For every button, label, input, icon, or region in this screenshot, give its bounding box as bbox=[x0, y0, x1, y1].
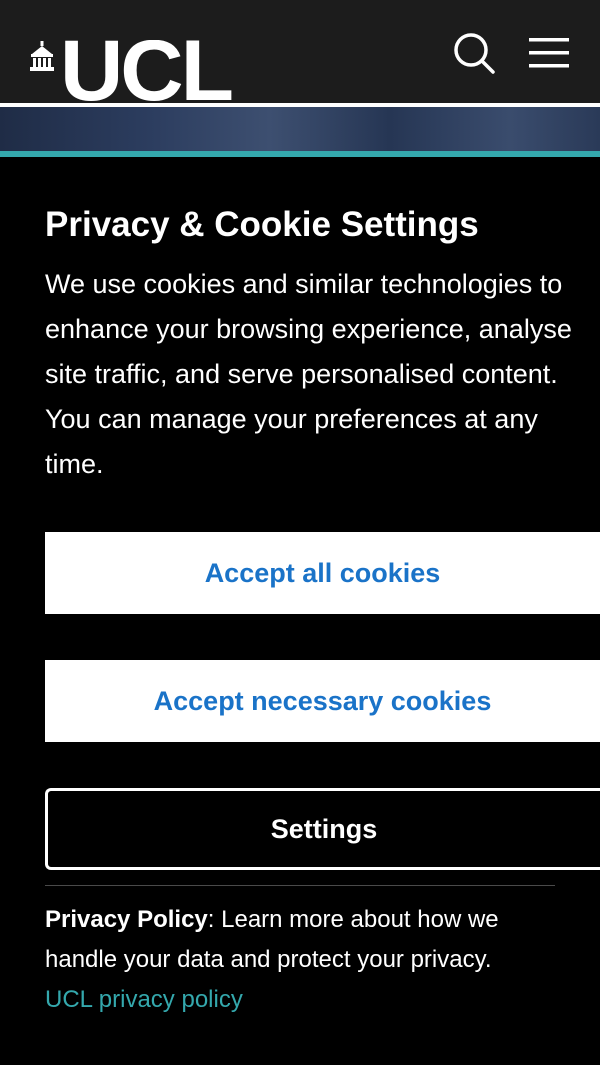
search-button[interactable] bbox=[451, 30, 497, 76]
privacy-policy-link[interactable]: UCL privacy policy bbox=[45, 986, 243, 1013]
privacy-policy-note: Privacy Policy: Learn more about how we … bbox=[45, 900, 575, 1020]
accept-all-cookies-button[interactable]: Accept all cookies bbox=[45, 532, 600, 614]
privacy-policy-heading: Privacy Policy bbox=[45, 906, 208, 933]
hero-image-strip bbox=[0, 107, 600, 151]
menu-button[interactable] bbox=[526, 30, 572, 76]
cookie-settings-button[interactable]: Settings bbox=[45, 788, 600, 870]
search-icon bbox=[454, 33, 495, 74]
cookie-banner-description: We use cookies and similar technologies … bbox=[45, 269, 572, 479]
cookie-banner-title: Privacy & Cookie Settings bbox=[45, 205, 479, 244]
ucl-logo[interactable]: UCL bbox=[30, 40, 232, 103]
section-divider bbox=[45, 885, 555, 886]
hamburger-menu-icon bbox=[529, 38, 569, 68]
site-header: UCL bbox=[0, 0, 600, 103]
logo-wordmark: UCL bbox=[60, 40, 232, 103]
accept-necessary-cookies-button[interactable]: Accept necessary cookies bbox=[45, 660, 600, 742]
portico-icon bbox=[30, 41, 54, 71]
